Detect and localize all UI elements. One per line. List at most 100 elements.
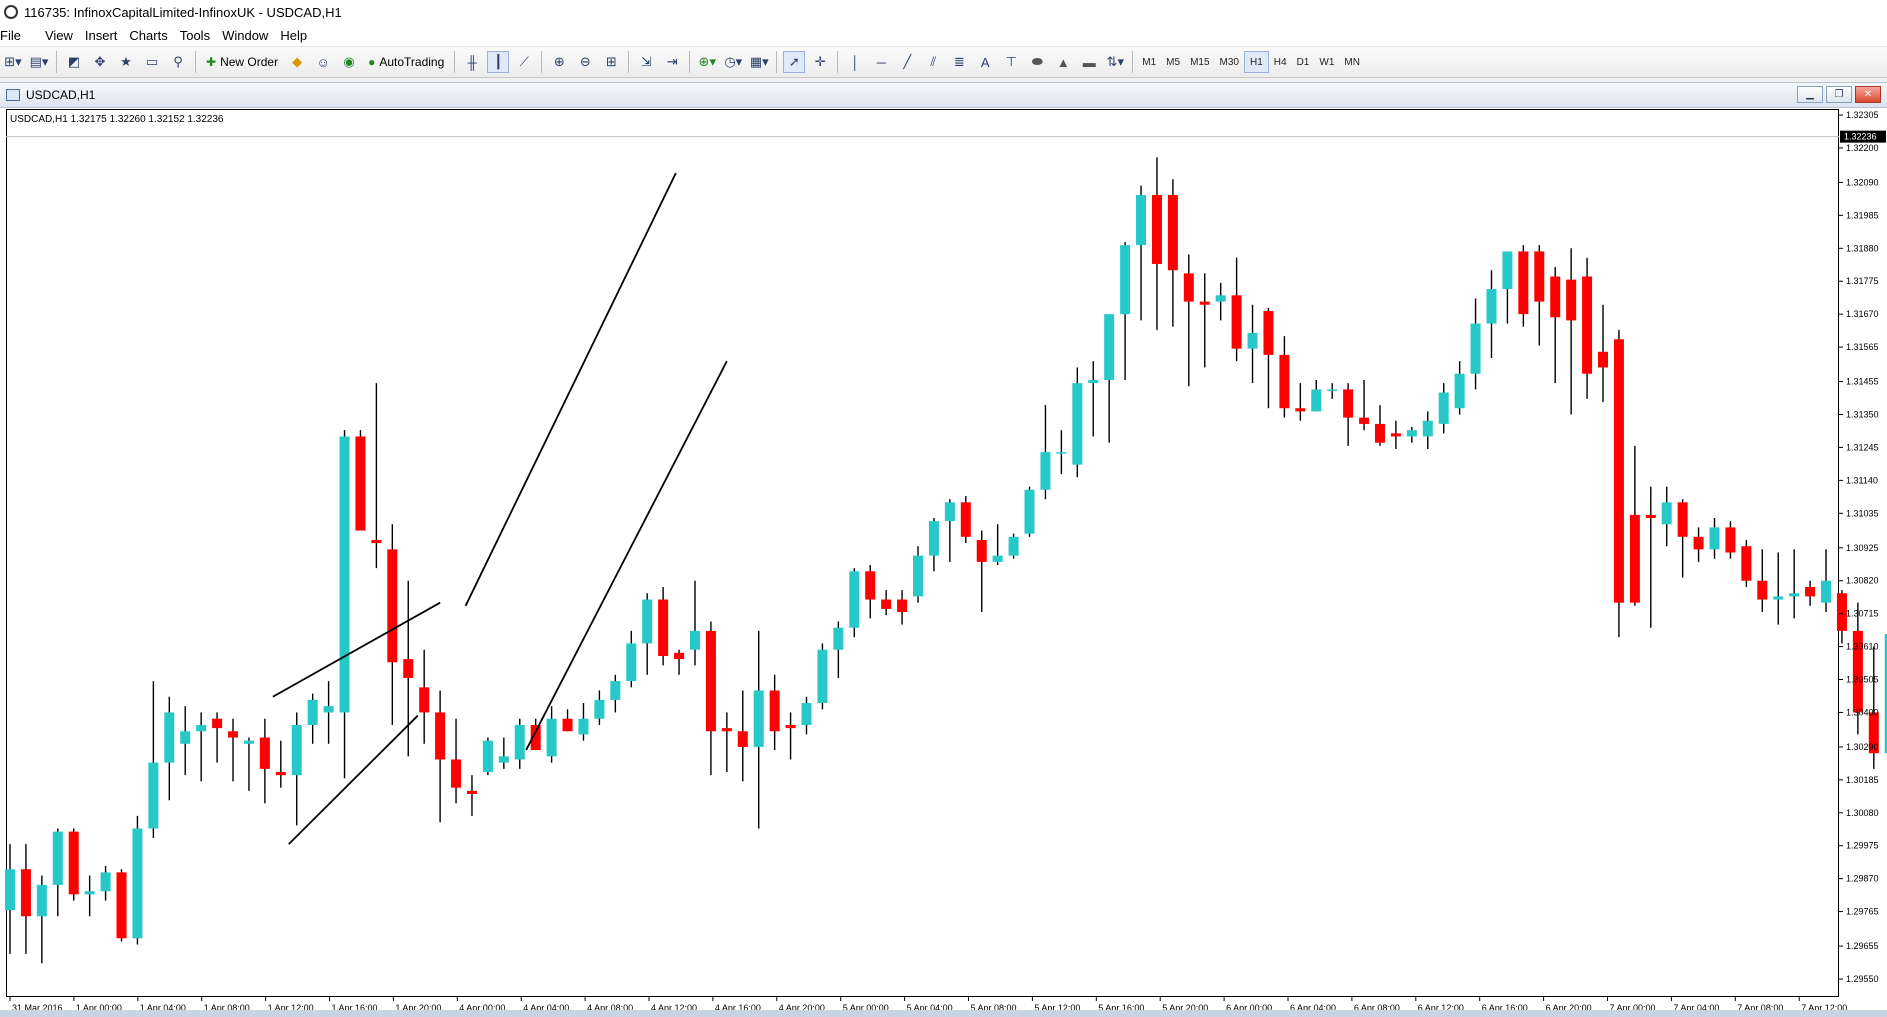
timeframe-m5[interactable]: M5 <box>1161 52 1185 72</box>
timeframe-w1[interactable]: W1 <box>1314 52 1339 72</box>
candle-body <box>291 724 302 776</box>
candlestick-icon[interactable]: ┃ <box>487 51 510 73</box>
text-icon[interactable]: A <box>974 51 996 73</box>
menu-charts[interactable]: Charts <box>129 28 167 43</box>
timeframe-h1[interactable]: H1 <box>1243 51 1269 73</box>
timeframe-h4[interactable]: H4 <box>1269 52 1292 72</box>
autotrading-button[interactable]: ● AutoTrading <box>364 51 448 73</box>
navigator-icon[interactable]: ✥ <box>89 51 111 73</box>
tester-icon[interactable]: ⚲ <box>167 51 189 73</box>
candle-body <box>1789 593 1800 597</box>
timeframe-d1[interactable]: D1 <box>1292 52 1315 72</box>
candle-body <box>1390 433 1401 437</box>
price-tick-label: 1.31455 <box>1846 377 1879 387</box>
candle-body <box>1741 546 1752 581</box>
candle-body <box>339 436 350 713</box>
candle-body <box>1598 351 1608 368</box>
candle-body <box>721 728 732 732</box>
market-watch-icon[interactable]: ◩ <box>63 51 85 73</box>
candle-body <box>546 718 557 757</box>
toolbar-separator <box>195 51 196 73</box>
price-tick-label: 1.30505 <box>1846 675 1879 685</box>
menu-tools[interactable]: Tools <box>180 28 210 43</box>
candle-body <box>1454 373 1465 409</box>
menu-help[interactable]: Help <box>280 28 307 43</box>
text-label-icon[interactable]: ⊤ <box>1000 51 1022 73</box>
tile-windows-icon[interactable]: ⊞ <box>600 51 622 73</box>
candle-body <box>737 731 748 747</box>
vertical-line-icon[interactable]: │ <box>844 51 866 73</box>
price-tick-label: 1.29765 <box>1846 907 1879 917</box>
new-order-button[interactable]: ✚ New Order <box>202 51 282 73</box>
candle-body <box>435 712 446 760</box>
favorites-icon[interactable]: ★ <box>115 51 137 73</box>
trendline-icon[interactable]: ╱ <box>896 51 918 73</box>
candle-body <box>1422 420 1433 437</box>
rectangle-icon[interactable]: ▬ <box>1078 51 1100 73</box>
chart-window: USDCAD,H1 ▁ ❐ ✕ 1.32305 1.32200 1.32090 1.3… <box>0 82 1887 1017</box>
chart-shift-icon[interactable]: ⇥ <box>661 51 683 73</box>
candle-body <box>992 555 1003 562</box>
timeframe-m30[interactable]: M30 <box>1215 52 1244 72</box>
chart-info-label: USDCAD,H1 1.32175 1.32260 1.32152 1.3223… <box>10 114 224 125</box>
candle-body <box>753 690 764 747</box>
candle-body <box>1757 580 1768 600</box>
candle-body <box>1725 527 1736 553</box>
menu-view[interactable]: View <box>45 28 73 43</box>
crosshair-icon[interactable]: ✛ <box>809 51 831 73</box>
indicators-icon[interactable]: ⊕▾ <box>696 51 718 73</box>
toolbar-separator <box>628 51 630 73</box>
candle-body <box>1645 514 1656 518</box>
candle-body <box>1438 392 1449 424</box>
app-icon <box>4 5 18 19</box>
triangle-icon[interactable]: ▲ <box>1052 51 1074 73</box>
horizontal-line-icon[interactable]: ─ <box>870 51 892 73</box>
candle-body <box>20 869 31 917</box>
candle-body <box>275 772 286 776</box>
price-tick-label: 1.30715 <box>1846 609 1879 619</box>
candle-body <box>1056 452 1067 454</box>
candle-body <box>1088 380 1099 384</box>
menu-insert[interactable]: Insert <box>85 28 118 43</box>
periods-icon[interactable]: ◷▾ <box>722 51 744 73</box>
new-chart-icon[interactable]: ⊞▾ <box>2 51 24 73</box>
candle-body <box>1406 430 1417 437</box>
toolbar-separator <box>541 51 543 73</box>
price-tick-label: 1.30400 <box>1846 707 1879 717</box>
candle-body <box>403 659 414 678</box>
candle-body <box>498 756 509 763</box>
channel-icon[interactable]: ⫽ <box>922 51 944 73</box>
cursor-icon[interactable]: ➚ <box>783 51 806 73</box>
candle-body <box>52 831 63 885</box>
auto-scroll-icon[interactable]: ⇲ <box>635 51 657 73</box>
signals-icon[interactable]: ☺ <box>312 51 334 73</box>
timeframe-m15[interactable]: M15 <box>1185 52 1214 72</box>
menu-file[interactable]: File <box>0 28 33 43</box>
candle-body <box>355 436 366 531</box>
market-icon[interactable]: ◉ <box>338 51 360 73</box>
candle-body <box>1279 354 1290 409</box>
candle-body <box>100 872 111 892</box>
candle-body <box>164 712 175 763</box>
candle-body <box>1661 502 1672 525</box>
timeframe-mn[interactable]: MN <box>1339 52 1365 72</box>
terminal-icon[interactable]: ▭ <box>141 51 163 73</box>
new-order-icon: ✚ <box>206 55 217 69</box>
candle-body <box>1008 536 1019 556</box>
fibonacci-icon[interactable]: ≣ <box>948 51 970 73</box>
candle-body <box>1183 273 1194 302</box>
candle-body <box>116 872 127 939</box>
ellipse-icon[interactable]: ⬬ <box>1026 51 1048 73</box>
toolbar-separator <box>837 51 839 73</box>
metaeditor-icon[interactable]: ◆ <box>286 51 308 73</box>
bar-chart-icon[interactable]: ╫ <box>461 51 483 73</box>
profiles-icon[interactable]: ▤▾ <box>28 51 50 73</box>
menu-window[interactable]: Window <box>222 28 268 43</box>
templates-icon[interactable]: ▦▾ <box>748 51 770 73</box>
arrows-icon[interactable]: ⇅▾ <box>1104 51 1126 73</box>
timeframe-m1[interactable]: M1 <box>1137 52 1161 72</box>
line-chart-icon[interactable]: ⟋ <box>513 51 535 73</box>
zoom-out-icon[interactable]: ⊖ <box>574 51 596 73</box>
menu-bar: File View Insert Charts Tools Window Hel… <box>0 24 1887 47</box>
zoom-in-icon[interactable]: ⊕ <box>548 51 570 73</box>
